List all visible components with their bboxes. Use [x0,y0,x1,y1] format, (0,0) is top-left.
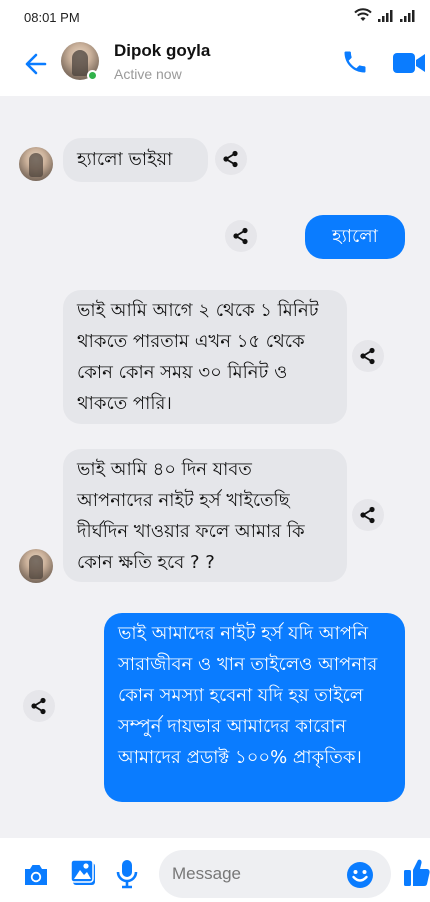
status-time: 08:01 PM [24,10,80,25]
status-bar: 08:01 PM [0,0,430,34]
camera-icon[interactable] [22,862,50,888]
system-icons [354,8,416,22]
message-text: হ্যালো ভাইয়া [77,149,173,170]
signal-icon [400,10,415,22]
message-bubble-incoming[interactable]: ভাই আমি আগে ২ থেকে ১ মিনিট থাকতে পারতাম … [63,290,347,424]
message-line: সারাজীবন ও খান তাইলেও আপনার [118,654,378,675]
signal-icon [378,10,393,22]
share-icon [233,227,248,245]
sender-avatar [19,549,53,583]
share-button[interactable] [215,143,247,175]
message-line: ভাই আমি আগে ২ থেকে ১ মিনিট [77,300,319,321]
share-button[interactable] [352,340,384,372]
message-line: থাকতে পারি। [77,393,172,414]
message-bubble-incoming[interactable]: হ্যালো ভাইয়া [63,138,208,182]
message-line: থাকতে পারতাম এখন ১৫ থেকে [77,331,305,352]
wifi-icon [354,8,372,21]
message-line: সম্পুর্ন দায়ভার আমাদের কারোন [118,716,347,737]
message-text: হ্যালো [332,226,378,247]
message-line: কোন ক্ষতি হবে ? ? [77,552,215,573]
emoji-icon[interactable] [346,861,374,889]
contact-status: Active now [114,66,182,82]
sender-avatar [19,147,53,181]
share-icon [31,697,46,715]
message-bubble-incoming[interactable]: ভাই আমি ৪০ দিন যাবত আপনাদের নাইট হর্স খা… [63,449,347,582]
share-icon [360,347,375,365]
phone-icon[interactable] [341,48,369,76]
back-arrow-icon[interactable] [22,51,48,77]
message-composer [0,838,430,902]
message-line: আমাদের প্রডাক্ট ১০০% প্রাকৃতিক। [118,747,362,768]
message-line: ভাই আমাদের নাইট হর্স যদি আপনি [118,623,368,644]
message-line: কোন কোন সময় ৩০ মিনিট ও [77,362,288,383]
share-button[interactable] [225,220,257,252]
share-icon [360,506,375,524]
message-line: দীর্ঘদিন খাওয়ার ফলে আমার কি [77,521,305,542]
video-camera-icon[interactable] [392,50,426,76]
contact-name[interactable]: Dipok goyla [114,41,210,61]
message-line: ভাই আমি ৪০ দিন যাবত [77,459,252,480]
online-indicator [87,70,98,81]
share-icon [223,150,238,168]
message-bubble-outgoing[interactable]: হ্যালো [305,215,405,259]
message-bubble-outgoing[interactable]: ভাই আমাদের নাইট হর্স যদি আপনি সারাজীবন ও… [104,613,405,802]
message-line: আপনাদের নাইট হর্স খাইতেছি [77,490,290,511]
thumbs-up-icon[interactable] [403,858,430,888]
chat-header: Dipok goyla Active now [0,34,430,96]
microphone-icon[interactable] [114,859,140,889]
gallery-icon[interactable] [70,859,98,887]
share-button[interactable] [352,499,384,531]
share-button[interactable] [23,690,55,722]
message-line: কোন সমস্যা হবেনা যদি হয় তাইলে [118,685,364,706]
